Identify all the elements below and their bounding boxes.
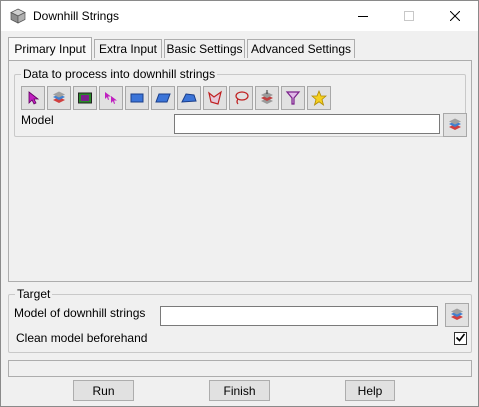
minimize-icon xyxy=(358,11,368,21)
pointer-select-button[interactable] xyxy=(21,86,45,110)
tab-label: Advanced Settings xyxy=(250,42,352,56)
model-layers-button[interactable] xyxy=(47,86,71,110)
tab-label: Extra Input xyxy=(98,42,158,56)
data-group: Data to process into downhill strings Mo… xyxy=(14,67,467,137)
help-button[interactable]: Help xyxy=(345,380,395,401)
model-layers-icon xyxy=(449,307,465,323)
fence-icon xyxy=(207,90,223,106)
view-display-icon xyxy=(77,90,93,106)
parallelogram-icon xyxy=(155,90,171,106)
pointer-select-icon xyxy=(25,90,41,106)
target-group: Target Model of downhill strings Clean m… xyxy=(8,287,472,353)
target-model-input[interactable] xyxy=(160,306,438,326)
clean-model-checkbox[interactable] xyxy=(454,332,467,345)
tab-label: Basic Settings xyxy=(166,42,243,56)
filter-funnel-button[interactable] xyxy=(281,86,305,110)
target-model-picker-button[interactable] xyxy=(445,303,469,327)
title-bar: Downhill Strings xyxy=(1,1,478,31)
layers-stack-button[interactable] xyxy=(255,86,279,110)
multi-pick-button[interactable] xyxy=(99,86,123,110)
multi-pick-icon xyxy=(103,90,119,106)
favourites-star-icon xyxy=(311,90,327,106)
model-layers-icon xyxy=(51,90,67,106)
data-group-label: Data to process into downhill strings xyxy=(21,67,218,81)
close-icon xyxy=(450,11,460,21)
minimize-button[interactable] xyxy=(340,1,386,31)
maximize-icon xyxy=(404,11,414,21)
tab-panel-primary-input: Data to process into downhill strings Mo… xyxy=(8,60,472,282)
status-bar xyxy=(8,360,472,377)
run-button[interactable]: Run xyxy=(73,380,134,401)
lasso-button[interactable] xyxy=(229,86,253,110)
app-cube-icon xyxy=(10,8,26,24)
model-layers-icon xyxy=(447,117,463,133)
tab-advanced-settings[interactable]: Advanced Settings xyxy=(247,39,355,58)
parallelogram-button[interactable] xyxy=(151,86,175,110)
layers-stack-icon xyxy=(259,90,275,106)
tab-extra-input[interactable]: Extra Input xyxy=(94,39,162,58)
tab-label: Primary Input xyxy=(14,42,86,56)
data-model-input[interactable] xyxy=(174,114,440,134)
tab-basic-settings[interactable]: Basic Settings xyxy=(164,39,245,58)
clean-model-label: Clean model beforehand xyxy=(16,331,148,345)
fence-button[interactable] xyxy=(203,86,227,110)
dialog-window: Downhill Strings Primary Input Extra Inp… xyxy=(0,0,479,407)
polygon-button[interactable] xyxy=(177,86,201,110)
rectangle-button[interactable] xyxy=(125,86,149,110)
data-model-picker-button[interactable] xyxy=(443,113,467,137)
data-model-label: Model xyxy=(21,113,54,127)
target-model-label: Model of downhill strings xyxy=(14,306,146,320)
checkmark-icon xyxy=(455,332,466,346)
window-title: Downhill Strings xyxy=(33,9,120,23)
view-display-button[interactable] xyxy=(73,86,97,110)
close-button[interactable] xyxy=(432,1,478,31)
favourites-star-button[interactable] xyxy=(307,86,331,110)
filter-funnel-icon xyxy=(285,90,301,106)
maximize-button[interactable] xyxy=(386,1,432,31)
rectangle-icon xyxy=(129,90,145,106)
target-group-label: Target xyxy=(15,287,53,301)
tab-primary-input[interactable]: Primary Input xyxy=(8,37,92,60)
finish-button[interactable]: Finish xyxy=(209,380,270,401)
lasso-icon xyxy=(233,90,249,106)
polygon-icon xyxy=(181,90,197,106)
